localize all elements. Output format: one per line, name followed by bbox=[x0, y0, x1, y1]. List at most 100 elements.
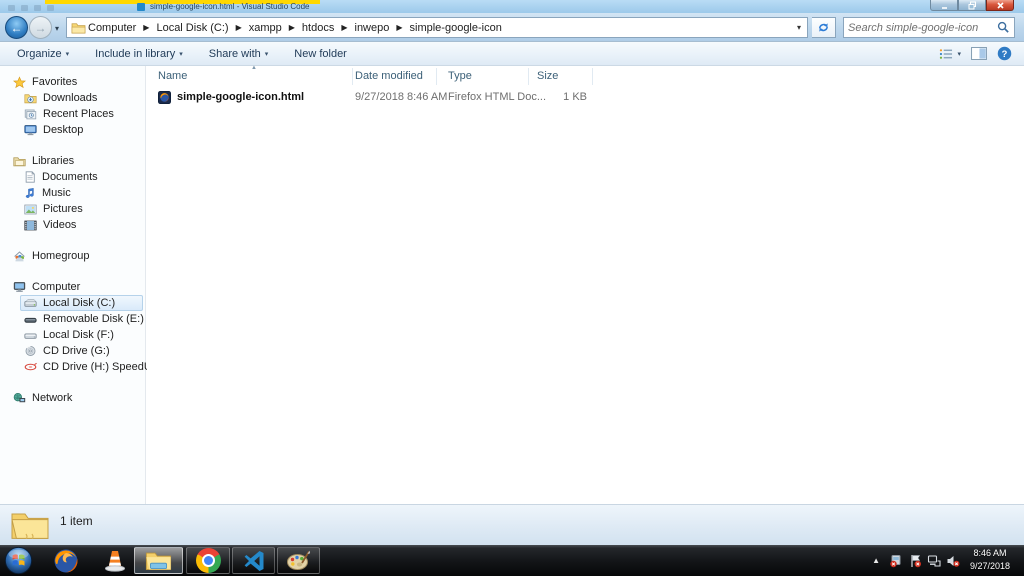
sidebar-item-local-disk-f[interactable]: Local Disk (F:) bbox=[0, 327, 145, 343]
sidebar-item-videos[interactable]: Videos bbox=[0, 217, 145, 233]
vscode-icon bbox=[244, 550, 263, 571]
back-button[interactable]: ← bbox=[5, 16, 28, 39]
breadcrumb-computer[interactable]: Computer bbox=[86, 18, 138, 37]
file-list: ▲ Name Date modified Type Size simple-go… bbox=[147, 65, 1024, 504]
sidebar-group-libraries[interactable]: Libraries bbox=[0, 153, 145, 169]
recent-places-icon bbox=[24, 109, 37, 120]
taskbar-firefox-icon[interactable] bbox=[50, 547, 82, 574]
sidebar-group-network[interactable]: Network bbox=[0, 390, 145, 406]
back-arrow-icon: ← bbox=[10, 20, 23, 35]
address-dropdown-icon[interactable]: ▾ bbox=[797, 23, 801, 32]
hard-disk-icon bbox=[24, 332, 37, 339]
tray-network-icon[interactable] bbox=[927, 554, 941, 568]
breadcrumb[interactable]: Computer ▶ Local Disk (C:) ▶ xampp ▶ htd… bbox=[66, 17, 808, 38]
search-box bbox=[843, 17, 1015, 38]
new-folder-button[interactable]: New folder bbox=[285, 45, 356, 63]
chrome-icon bbox=[195, 548, 221, 573]
organize-button[interactable]: Organize ▾ bbox=[8, 45, 78, 63]
cd-drive-icon bbox=[25, 345, 36, 356]
sidebar-item-documents[interactable]: Documents bbox=[0, 169, 145, 185]
taskbar-chrome-button[interactable] bbox=[186, 547, 230, 574]
vlc-cone-icon bbox=[105, 551, 125, 572]
taskbar-vlc-icon[interactable] bbox=[100, 547, 130, 574]
chevron-down-icon: ▾ bbox=[264, 50, 269, 58]
music-note-icon bbox=[25, 188, 34, 198]
column-header-type[interactable]: Type bbox=[448, 70, 472, 82]
sidebar-item-pictures[interactable]: Pictures bbox=[0, 201, 145, 217]
forward-button[interactable]: → bbox=[29, 16, 52, 39]
breadcrumb-htdocs[interactable]: htdocs bbox=[300, 18, 336, 37]
change-view-button[interactable]: ▾ bbox=[939, 48, 961, 60]
column-header-name[interactable]: Name bbox=[158, 70, 187, 82]
toolbar-right-controls: ▾ ? bbox=[939, 46, 1012, 61]
chevron-down-icon: ▾ bbox=[65, 50, 70, 58]
background-window-titlebar: simple-google-icon.html - Visual Studio … bbox=[0, 0, 1024, 13]
share-with-button[interactable]: Share with ▾ bbox=[200, 45, 278, 63]
folder-icon-large bbox=[11, 513, 49, 539]
sidebar-group-homegroup[interactable]: Homegroup bbox=[0, 248, 145, 264]
sidebar-item-removable-disk-e[interactable]: Removable Disk (E:) bbox=[0, 311, 145, 327]
windows-start-icon bbox=[4, 546, 33, 575]
history-dropdown-icon[interactable]: ▾ bbox=[55, 24, 59, 33]
explorer-window: ← → ▾ Computer ▶ Local Disk (C:) ▶ xampp… bbox=[0, 13, 1024, 545]
film-icon bbox=[24, 220, 37, 230]
restore-button[interactable] bbox=[958, 0, 986, 11]
sidebar-item-cd-drive-g[interactable]: CD Drive (G:) bbox=[0, 343, 145, 359]
chevron-down-icon: ▾ bbox=[957, 50, 961, 58]
minimize-button[interactable] bbox=[930, 0, 958, 11]
column-headers: ▲ Name Date modified Type Size bbox=[147, 65, 1024, 87]
forward-arrow-icon: → bbox=[34, 20, 47, 35]
sidebar-item-downloads[interactable]: Downloads bbox=[0, 90, 145, 106]
sidebar-item-music[interactable]: Music bbox=[0, 185, 145, 201]
refresh-button[interactable] bbox=[812, 17, 836, 38]
taskbar: ▲ 8:46 AM 9/27/2018 bbox=[0, 545, 1024, 576]
column-header-size[interactable]: Size bbox=[537, 70, 558, 82]
paint-palette-icon bbox=[287, 550, 310, 570]
svg-text:?: ? bbox=[1002, 49, 1008, 59]
tray-volume-muted-icon[interactable] bbox=[946, 554, 960, 568]
include-in-library-button[interactable]: Include in library ▾ bbox=[86, 45, 192, 63]
taskbar-paint-button[interactable] bbox=[277, 547, 320, 574]
explorer-content: Favorites Downloads Recent Places Deskto… bbox=[0, 65, 1024, 504]
picture-icon bbox=[24, 204, 37, 214]
window-controls bbox=[930, 0, 1014, 11]
chevron-down-icon: ▾ bbox=[179, 50, 183, 58]
item-count: 1 item bbox=[60, 514, 93, 528]
close-icon bbox=[996, 1, 1004, 9]
help-button[interactable]: ? bbox=[997, 46, 1012, 61]
preview-pane-button[interactable] bbox=[971, 47, 987, 60]
sidebar-item-local-disk-c[interactable]: Local Disk (C:) bbox=[20, 295, 143, 311]
tray-device-error-icon[interactable] bbox=[889, 554, 903, 568]
sidebar-item-cd-drive-h-speedup[interactable]: CD Drive (H:) SpeedUp bbox=[0, 359, 158, 375]
file-size: 1 KB bbox=[563, 91, 587, 103]
sort-ascending-icon: ▲ bbox=[251, 65, 257, 71]
taskbar-vscode-button[interactable] bbox=[232, 547, 275, 574]
breadcrumb-local-disk-c[interactable]: Local Disk (C:) bbox=[154, 18, 230, 37]
file-name: simple-google-icon.html bbox=[177, 91, 305, 103]
computer-icon bbox=[13, 282, 26, 292]
show-hidden-icons-button[interactable]: ▲ bbox=[868, 556, 884, 565]
breadcrumb-separator-icon: ▶ bbox=[396, 23, 403, 32]
restore-icon bbox=[968, 1, 976, 9]
libraries-icon bbox=[13, 157, 26, 167]
start-button[interactable] bbox=[4, 546, 33, 575]
homegroup-icon bbox=[14, 250, 25, 261]
search-input[interactable] bbox=[844, 21, 997, 34]
breadcrumb-simple-google-icon[interactable]: simple-google-icon bbox=[408, 18, 504, 37]
taskbar-explorer-button[interactable] bbox=[134, 547, 183, 574]
tray-action-center-flag-icon[interactable] bbox=[908, 554, 922, 568]
removable-disk-icon bbox=[24, 317, 37, 323]
breadcrumb-xampp[interactable]: xampp bbox=[247, 18, 284, 37]
column-header-date-modified[interactable]: Date modified bbox=[355, 70, 423, 82]
downloads-folder-icon bbox=[24, 94, 37, 104]
taskbar-clock[interactable]: 8:46 AM 9/27/2018 bbox=[962, 547, 1018, 573]
breadcrumb-inwepo[interactable]: inwepo bbox=[353, 18, 392, 37]
sidebar-group-computer[interactable]: Computer bbox=[0, 279, 145, 295]
sidebar-item-recent-places[interactable]: Recent Places bbox=[0, 106, 145, 122]
sidebar-group-favorites[interactable]: Favorites bbox=[0, 74, 145, 90]
desktop-screen: simple-google-icon.html - Visual Studio … bbox=[0, 0, 1024, 576]
close-button[interactable] bbox=[986, 0, 1014, 11]
file-row-simple-google-icon[interactable]: simple-google-icon.html 9/27/2018 8:46 A… bbox=[149, 88, 737, 106]
sidebar-item-desktop[interactable]: Desktop bbox=[0, 122, 145, 138]
minimize-icon bbox=[941, 6, 947, 9]
